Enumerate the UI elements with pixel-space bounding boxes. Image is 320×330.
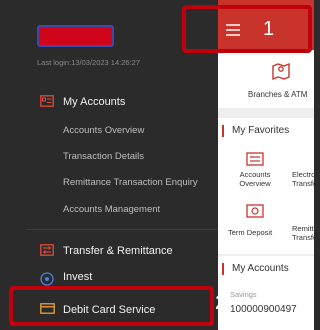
invest-icon <box>40 272 54 286</box>
account-name-redacted <box>37 25 114 47</box>
accounts-overview-icon <box>246 152 264 166</box>
accounts-icon <box>40 95 54 107</box>
menu-invest-label: Invest <box>63 271 93 283</box>
menu-my-accounts-label: My Accounts <box>63 96 126 108</box>
my-favorites-title: My Favorites <box>218 118 314 144</box>
divider <box>27 229 218 230</box>
term-deposit-icon <box>246 204 264 218</box>
menu-accounts-management[interactable]: Accounts Management <box>63 204 160 215</box>
fav-item-electronic-transfer[interactable]: Electronic Transfer <box>292 170 314 188</box>
annotation-number-1: 1 <box>263 18 275 40</box>
savings-card[interactable]: Savings 100000900497 <box>218 282 314 330</box>
menu-transaction-details[interactable]: Transaction Details <box>63 151 144 162</box>
menu-accounts-overview[interactable]: Accounts Overview <box>63 125 144 136</box>
branches-atm-card[interactable]: Branches & ATM <box>218 50 314 108</box>
my-accounts-title: My Accounts <box>218 256 314 282</box>
fav-item-accounts-overview[interactable]: Accounts Overview <box>236 170 274 188</box>
annotation-box-2 <box>9 286 214 326</box>
fav-item-remittance-transfer[interactable]: Remittance Transfer <box>292 224 314 242</box>
menu-remittance-enquiry[interactable]: Remittance Transaction Enquiry <box>63 177 198 188</box>
branches-atm-label: Branches & ATM <box>248 90 308 99</box>
transfer-icon <box>40 244 54 256</box>
map-pin-icon <box>272 62 290 81</box>
last-login-text: Last login:13/03/2023 14:26:27 <box>37 58 141 67</box>
annotation-box-1 <box>182 5 312 53</box>
fav-item-term-deposit[interactable]: Term Deposit <box>228 228 272 237</box>
savings-label: Savings <box>230 290 257 299</box>
favorites-card: Accounts Overview Electronic Transfer Te… <box>218 144 314 254</box>
menu-transfer-label: Transfer & Remittance <box>63 245 173 257</box>
account-number: 100000900497 <box>230 304 297 315</box>
annotation-number-2: 2 <box>215 292 227 314</box>
